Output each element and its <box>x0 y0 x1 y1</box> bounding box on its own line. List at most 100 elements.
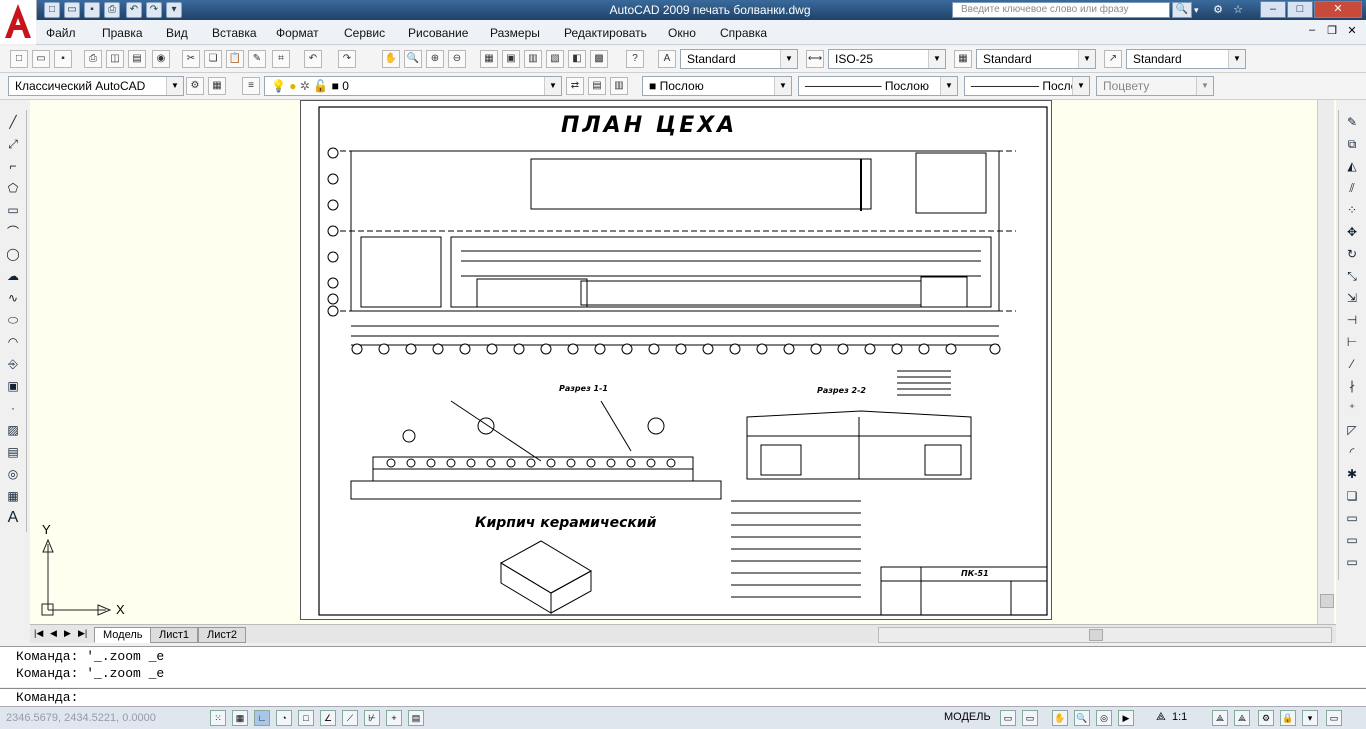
mirror-icon[interactable]: ◭ <box>1342 156 1362 176</box>
layer-select[interactable]: 💡 ● ✲ 🔓 ■ 0 ▼ <box>264 76 562 96</box>
layer-manager-icon[interactable]: ≡ <box>242 77 260 95</box>
multileader-style-select[interactable]: Standard ▼ <box>1126 49 1246 69</box>
copy-object-icon[interactable]: ⧉ <box>1342 134 1362 154</box>
paste-icon[interactable]: 📋 <box>226 50 244 68</box>
minimize-button[interactable]: – <box>1260 1 1286 18</box>
grid-toggle-icon[interactable]: ▦ <box>232 710 248 726</box>
redo-icon[interactable]: ↷ <box>146 2 162 18</box>
clean-screen-icon[interactable]: ▭ <box>1326 710 1342 726</box>
fillet-icon[interactable]: ◜ <box>1342 442 1362 462</box>
menu-format[interactable]: Формат <box>276 26 319 40</box>
zoom-realtime-icon[interactable]: 🔍 <box>404 50 422 68</box>
coordinates-readout[interactable]: 2346.5679, 2434.5221, 0.0000 <box>6 712 156 724</box>
undo-tool-icon[interactable]: ↶ <box>304 50 322 68</box>
text-style-select[interactable]: Standard ▼ <box>680 49 798 69</box>
lineweight-select[interactable]: ──────── Послою ▼ <box>964 76 1090 96</box>
table-style-icon[interactable]: ▦ <box>954 50 972 68</box>
infocenter-search-input[interactable]: Введите ключевое слово или фразу <box>952 2 1170 18</box>
tab-last-icon[interactable]: ▶| <box>78 628 87 639</box>
model-space-label[interactable]: МОДЕЛЬ <box>944 711 991 723</box>
menu-view[interactable]: Вид <box>166 26 188 40</box>
doc-minimize-button[interactable]: – <box>1304 24 1320 40</box>
tab-prev-icon[interactable]: ◀ <box>50 628 57 639</box>
quick-view-drawings-icon[interactable]: ▭ <box>1022 710 1038 726</box>
quick-properties-icon[interactable]: ▤ <box>408 710 424 726</box>
save-file-icon[interactable]: ▪ <box>54 50 72 68</box>
quickcalc-icon[interactable]: ▩ <box>590 50 608 68</box>
save-icon[interactable]: ▪ <box>84 2 100 18</box>
properties-panel-icon[interactable]: ▭ <box>1342 508 1362 528</box>
qnew-icon[interactable]: □ <box>10 50 28 68</box>
insert-block-icon[interactable]: ⎆ <box>3 354 23 374</box>
rectangle-icon[interactable]: ▭ <box>3 200 23 220</box>
pan-icon[interactable]: ✋ <box>382 50 400 68</box>
layer-state-icon[interactable]: ▥ <box>610 77 628 95</box>
stretch-icon[interactable]: ⇲ <box>1342 288 1362 308</box>
spline-icon[interactable]: ∿ <box>3 288 23 308</box>
make-current-layer-icon[interactable]: ⇄ <box>566 77 584 95</box>
annotation-scale-icon[interactable]: ⟁ <box>1156 711 1166 724</box>
cut-icon[interactable]: ✂ <box>182 50 200 68</box>
zoom-previous-icon[interactable]: ⊖ <box>448 50 466 68</box>
revision-cloud-icon[interactable]: ☁ <box>3 266 23 286</box>
table-icon[interactable]: ▦ <box>3 486 23 506</box>
layer-tools-icon[interactable]: ❏ <box>1342 486 1362 506</box>
linetype-select[interactable]: ───────── Послою ▼ <box>798 76 958 96</box>
vertical-scrollbar[interactable] <box>1317 100 1334 624</box>
search-dropdown-icon[interactable]: ▾ <box>1194 2 1208 18</box>
quick-select-icon[interactable]: ▭ <box>1342 530 1362 550</box>
erase-icon[interactable]: ✎ <box>1342 112 1362 132</box>
otrack-toggle-icon[interactable]: ∠ <box>320 710 336 726</box>
extend-icon[interactable]: ⊢ <box>1342 332 1362 352</box>
copy-clip-icon[interactable]: ▭ <box>1342 552 1362 572</box>
ellipse-arc-icon[interactable]: ◠ <box>3 332 23 352</box>
plot-icon[interactable]: ⎙ <box>104 2 120 18</box>
ellipse-icon[interactable]: ⬭ <box>3 310 23 330</box>
search-icon[interactable]: 🔍 <box>1172 2 1192 18</box>
tab-sheet1[interactable]: Лист1 <box>150 627 199 643</box>
3d-dwf-icon[interactable]: ◉ <box>152 50 170 68</box>
trim-icon[interactable]: ⊣ <box>1342 310 1362 330</box>
vertical-scroll-thumb[interactable] <box>1320 594 1334 608</box>
break-at-point-icon[interactable]: ⁄ <box>1342 354 1362 374</box>
doc-close-button[interactable]: ✕ <box>1344 24 1360 40</box>
menu-dimension[interactable]: Размеры <box>490 26 540 40</box>
menu-tools[interactable]: Сервис <box>344 26 385 40</box>
lock-ui-icon[interactable]: 🔒 <box>1280 710 1296 726</box>
layer-previous-icon[interactable]: ▤ <box>588 77 606 95</box>
menu-file[interactable]: Файл <box>46 26 76 40</box>
region-icon[interactable]: ◎ <box>3 464 23 484</box>
annotation-scale-label[interactable]: 1:1 <box>1172 711 1187 723</box>
favorites-icon[interactable]: ☆ <box>1230 2 1246 18</box>
tool-palettes-icon[interactable]: ▥ <box>524 50 542 68</box>
move-icon[interactable]: ✥ <box>1342 222 1362 242</box>
array-icon[interactable]: ⁘ <box>1342 200 1362 220</box>
open-file-icon[interactable]: ▭ <box>32 50 50 68</box>
print-icon[interactable]: ⎙ <box>84 50 102 68</box>
point-icon[interactable]: · <box>3 398 23 418</box>
menu-window[interactable]: Окно <box>668 26 696 40</box>
scale-icon[interactable]: ⤡ <box>1342 266 1362 286</box>
copy-icon[interactable]: ❏ <box>204 50 222 68</box>
dim-style-icon[interactable]: ⟷ <box>806 50 824 68</box>
menu-insert[interactable]: Вставка <box>212 26 257 40</box>
properties-icon[interactable]: ▦ <box>480 50 498 68</box>
match-properties-icon[interactable]: ✎ <box>248 50 266 68</box>
design-center-icon[interactable]: ▣ <box>502 50 520 68</box>
zoom-window-icon[interactable]: ⊕ <box>426 50 444 68</box>
chamfer-icon[interactable]: ◸ <box>1342 420 1362 440</box>
offset-icon[interactable]: ⫽ <box>1342 178 1362 198</box>
publish-icon[interactable]: ▤ <box>128 50 146 68</box>
workspace-switch-icon[interactable]: ⚙ <box>1258 710 1274 726</box>
open-icon[interactable]: ▭ <box>64 2 80 18</box>
zoom-status-icon[interactable]: 🔍 <box>1074 710 1090 726</box>
polygon-icon[interactable]: ⬠ <box>3 178 23 198</box>
showmotion-icon[interactable]: ▶ <box>1118 710 1134 726</box>
workspace-select[interactable]: Классический AutoCAD ▼ <box>8 76 184 96</box>
tab-model[interactable]: Модель <box>94 627 152 643</box>
table-style-select[interactable]: Standard ▼ <box>976 49 1096 69</box>
command-line[interactable]: Команда: <box>0 688 1366 707</box>
ortho-toggle-icon[interactable]: ∟ <box>254 710 270 726</box>
menu-draw[interactable]: Рисование <box>408 26 468 40</box>
ducs-toggle-icon[interactable]: ⟋ <box>342 710 358 726</box>
